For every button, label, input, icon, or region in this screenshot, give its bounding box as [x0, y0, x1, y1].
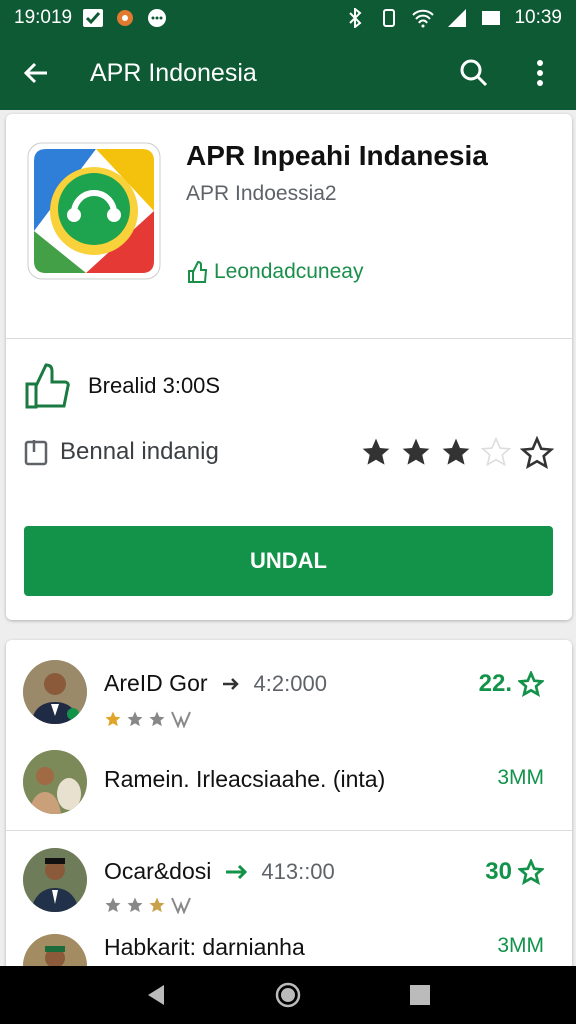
review-size: 3MM [497, 766, 544, 789]
status-bar: 19:019 10:39 [0, 0, 576, 36]
meta-row: Brealid 3:00S [24, 362, 220, 410]
reviewer-name: Habkarit: darnianha [104, 934, 305, 960]
divider [6, 830, 572, 831]
app-badge: Leondadcuneay [186, 260, 363, 284]
app-icon[interactable] [26, 141, 162, 281]
divider [6, 338, 572, 339]
star-filled-icon [105, 897, 121, 913]
app-bar: APR Indonesia [0, 36, 576, 110]
star-outline-icon [518, 859, 544, 885]
flag-icon [171, 711, 191, 728]
install-button[interactable]: UNDAL [24, 526, 553, 596]
star-outline-icon [518, 671, 544, 697]
category-label: Bennal indanig [60, 438, 219, 465]
status-time-left: 19:019 [14, 7, 73, 28]
rating-stars [360, 436, 554, 470]
app-details-card: APR Inpeahi Indanesia APR Indoessia2 Leo… [6, 114, 572, 620]
reviewer-name: Ocar&dosi [104, 858, 212, 884]
review-size: 3MM [497, 934, 544, 957]
vibrate-icon [383, 9, 396, 27]
review-score-value: 22. [478, 670, 512, 697]
avatar [23, 848, 87, 912]
arrow-icon [226, 864, 248, 879]
reviews-card: AreID Gor 4:2:000 22. Ramein. Irleacsiaa… [6, 640, 572, 998]
review-time: 413::00 [261, 858, 335, 884]
recents-nav-icon[interactable] [402, 977, 438, 1013]
chat-notification-icon [148, 9, 167, 27]
battery-icon [482, 11, 501, 25]
more-options-icon[interactable] [522, 55, 558, 91]
meta-row-label: Brealid 3:00S [88, 373, 221, 398]
document-icon [24, 440, 48, 466]
signal-icon [448, 9, 467, 27]
review-score: 30 [485, 858, 544, 886]
star-outline-icon[interactable] [520, 436, 554, 470]
star-filled-icon [362, 438, 390, 465]
app-notification-icon [117, 10, 134, 26]
avatar [23, 660, 87, 724]
category-row: Bennal indanig [24, 438, 219, 466]
thumbs-up-outline-icon [25, 363, 70, 409]
home-nav-icon[interactable] [270, 977, 306, 1013]
review-stars [104, 896, 192, 914]
avatar [23, 750, 87, 814]
search-icon[interactable] [456, 55, 492, 91]
star-empty-icon [480, 436, 512, 467]
app-badge-label: Leondadcuneay [214, 260, 364, 283]
review-stars [104, 710, 192, 728]
back-nav-icon[interactable] [138, 977, 174, 1013]
review-time: 4:2:000 [253, 670, 327, 696]
status-time-right: 10:39 [514, 7, 562, 28]
star-filled-icon [149, 897, 165, 913]
system-nav-bar [0, 966, 576, 1024]
check-notification-icon [83, 9, 104, 27]
star-filled-icon [127, 897, 143, 913]
thumbs-up-icon [188, 260, 208, 283]
reviewer-name: AreID Gor [104, 670, 208, 696]
wifi-icon [412, 9, 435, 28]
review-score: 22. [479, 670, 544, 698]
reviewer-name: Ramein. Irleacsiaahe. (inta) [104, 766, 386, 792]
star-filled-icon [149, 711, 165, 727]
app-developer[interactable]: APR Indoessia2 [186, 182, 337, 206]
star-filled-icon [402, 438, 430, 465]
bluetooth-icon [349, 8, 362, 28]
app-name: APR Inpeahi Indanesia [186, 140, 488, 171]
star-filled-icon [105, 711, 121, 727]
star-filled-icon [442, 438, 470, 465]
app-bar-title: APR Indonesia [90, 58, 257, 87]
flag-icon [171, 897, 191, 914]
arrow-icon [222, 677, 239, 690]
review-score-value: 30 [485, 858, 512, 885]
back-arrow-icon[interactable] [18, 55, 54, 91]
star-filled-icon [127, 711, 143, 727]
